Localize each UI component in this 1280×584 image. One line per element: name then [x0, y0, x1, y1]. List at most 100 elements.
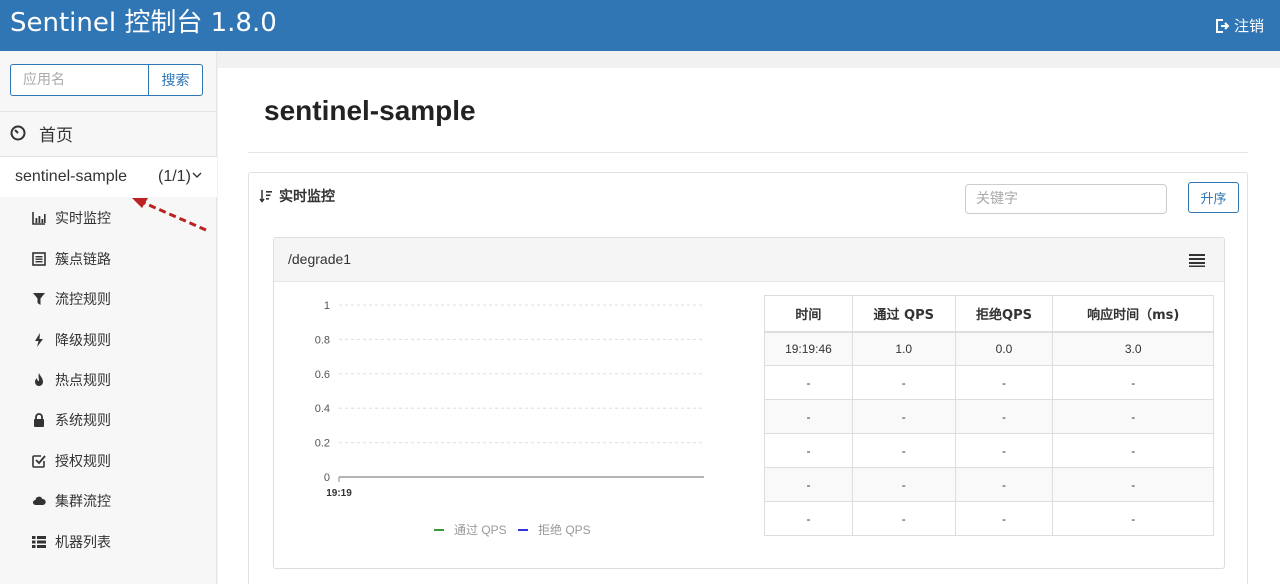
divider [0, 111, 217, 112]
sidebar-item-flow-rules[interactable]: 流控规则 [32, 288, 111, 310]
filter-icon [33, 293, 45, 305]
app-title[interactable]: Sentinel 控制台 1.8.0 [10, 7, 277, 39]
table-cell: - [764, 365, 853, 400]
legend-label[interactable]: 通过 QPS [454, 523, 507, 537]
sidebar-item-label: 流控规则 [55, 292, 111, 308]
top-navbar: Sentinel 控制台 1.8.0 注销 [0, 0, 1280, 51]
table-cell: - [954, 399, 1054, 434]
table-cell: - [954, 433, 1054, 468]
table-cell: 1.0 [851, 331, 956, 366]
table-cell: - [851, 365, 956, 400]
table-cell: - [764, 433, 853, 468]
resource-name: /degrade1 [288, 251, 352, 267]
sidebar-item-label: 降级规则 [55, 333, 111, 349]
realtime-monitor-panel: 实时监控 升序 /degrade1 1 0.8 0.6 0.4 0.2 0 19:19 通过 … [248, 172, 1248, 584]
table-header-row: 时间 通过 QPS 拒绝QPS 响应时间（ms) [764, 295, 1214, 333]
qps-line-chart: 1 0.8 0.6 0.4 0.2 0 19:19 通过 QPS 拒绝 QPS [315, 300, 704, 537]
table-row: ---- [764, 467, 1214, 502]
sidebar-item-system-rules[interactable]: 系统规则 [32, 409, 111, 431]
resource-card-header: /degrade1 [274, 238, 1224, 282]
column-header: 响应时间（ms) [1052, 295, 1214, 333]
table-cell: 3.0 [1052, 331, 1214, 366]
app-machine-count: (1/1) [158, 168, 191, 185]
sidebar-item-label: 簇点链路 [55, 252, 111, 268]
keyword-input[interactable] [965, 184, 1167, 214]
sidebar-item-cluster-point-link[interactable]: 簇点链路 [32, 248, 111, 270]
logout-label: 注销 [1233, 18, 1264, 35]
table-row: ---- [764, 501, 1214, 536]
panel-title-label: 实时监控 [279, 189, 335, 205]
table-cell: - [1052, 365, 1214, 400]
table-cell: - [1052, 399, 1214, 434]
bar-chart-icon [32, 212, 46, 225]
flash-icon [35, 333, 43, 347]
column-header: 通过 QPS [851, 295, 956, 333]
sign-out-icon [1215, 18, 1230, 33]
panel-title: 实时监控 [259, 186, 335, 206]
sidebar-item-home-label: 首页 [39, 125, 73, 146]
table-row: ---- [764, 365, 1214, 400]
y-tick-label: 0 [324, 472, 330, 484]
sidebar-item-degrade-rules[interactable]: 降级规则 [32, 329, 111, 351]
sort-amount-icon [259, 190, 272, 203]
table-cell: - [764, 399, 853, 434]
divider [248, 152, 1248, 153]
y-tick-label: 0.6 [315, 369, 330, 381]
y-tick-label: 0.2 [315, 438, 330, 450]
table-row: ---- [764, 399, 1214, 434]
annotation-arrow-icon [132, 198, 207, 232]
sidebar-item-auth-rules[interactable]: 授权规则 [32, 450, 111, 472]
x-tick-label: 19:19 [326, 488, 352, 499]
table-cell: - [954, 365, 1054, 400]
sort-ascending-button[interactable]: 升序 [1188, 182, 1239, 213]
table-cell: - [954, 501, 1054, 536]
menu-icon[interactable] [1189, 253, 1205, 267]
sidebar-item-realtime-monitor[interactable]: 实时监控 [32, 207, 111, 229]
logout-button[interactable]: 注销 [1214, 15, 1264, 36]
app-search: 搜索 [10, 64, 203, 96]
table-cell: - [764, 467, 853, 502]
page-title: sentinel-sample [264, 95, 476, 126]
legend-label[interactable]: 拒绝 QPS [538, 522, 591, 537]
fire-icon [35, 373, 43, 386]
y-tick-label: 0.8 [315, 334, 330, 346]
sidebar-item-label: 授权规则 [55, 454, 111, 470]
sidebar-item-home[interactable]: 首页 [10, 121, 73, 146]
lock-icon [34, 413, 44, 427]
sidebar-item-hotspot-rules[interactable]: 热点规则 [32, 369, 111, 391]
table-row: 19:19:46 1.0 0.0 3.0 [764, 331, 1214, 366]
app-name: sentinel-sample [15, 168, 128, 185]
y-tick-label: 0.4 [315, 403, 330, 415]
sidebar-app-sentinel-sample[interactable]: sentinel-sample (1/1) [0, 157, 217, 197]
table-cell: 0.0 [954, 331, 1054, 366]
table-cell: - [764, 501, 853, 536]
table-cell: - [851, 399, 956, 434]
table-cell: - [1052, 467, 1214, 502]
table-cell: - [851, 433, 956, 468]
sidebar-item-machine-list[interactable]: 机器列表 [32, 531, 111, 553]
app-search-input[interactable] [10, 64, 148, 96]
sidebar-item-cluster-flow[interactable]: 集群流控 [32, 490, 111, 512]
dashboard-icon [10, 125, 26, 141]
th-list-icon [32, 536, 46, 548]
check-icon [32, 455, 46, 468]
table-cell: - [851, 501, 956, 536]
resource-card: /degrade1 1 0.8 0.6 0.4 0.2 0 19:19 通过 QPS 拒绝 QP… [273, 237, 1225, 569]
sidebar-item-label: 系统规则 [55, 413, 111, 429]
metrics-table: 时间 通过 QPS 拒绝QPS 响应时间（ms) 19:19:46 1.0 0.0 3.0-… [764, 295, 1214, 536]
table-cell: - [1052, 433, 1214, 468]
table-row: ---- [764, 433, 1214, 468]
table-cell: - [851, 467, 956, 502]
cloud-icon [33, 496, 46, 505]
list-alt-icon [32, 252, 46, 266]
table-body: 19:19:46 1.0 0.0 3.0- - - - - - - - - - - - - - - - - - - - [764, 331, 1214, 536]
sidebar-item-label: 热点规则 [55, 373, 111, 389]
y-tick-label: 1 [324, 300, 330, 312]
table-cell: - [954, 467, 1054, 502]
sidebar-item-label: 机器列表 [55, 535, 111, 551]
table-cell: 19:19:46 [764, 331, 853, 366]
sidebar: 搜索 首页 sentinel-sample (1/1) 实时监控 簇点链路 流控… [0, 51, 217, 584]
app-search-button[interactable]: 搜索 [148, 64, 203, 96]
column-header: 时间 [764, 295, 853, 333]
table-cell: - [1052, 501, 1214, 536]
